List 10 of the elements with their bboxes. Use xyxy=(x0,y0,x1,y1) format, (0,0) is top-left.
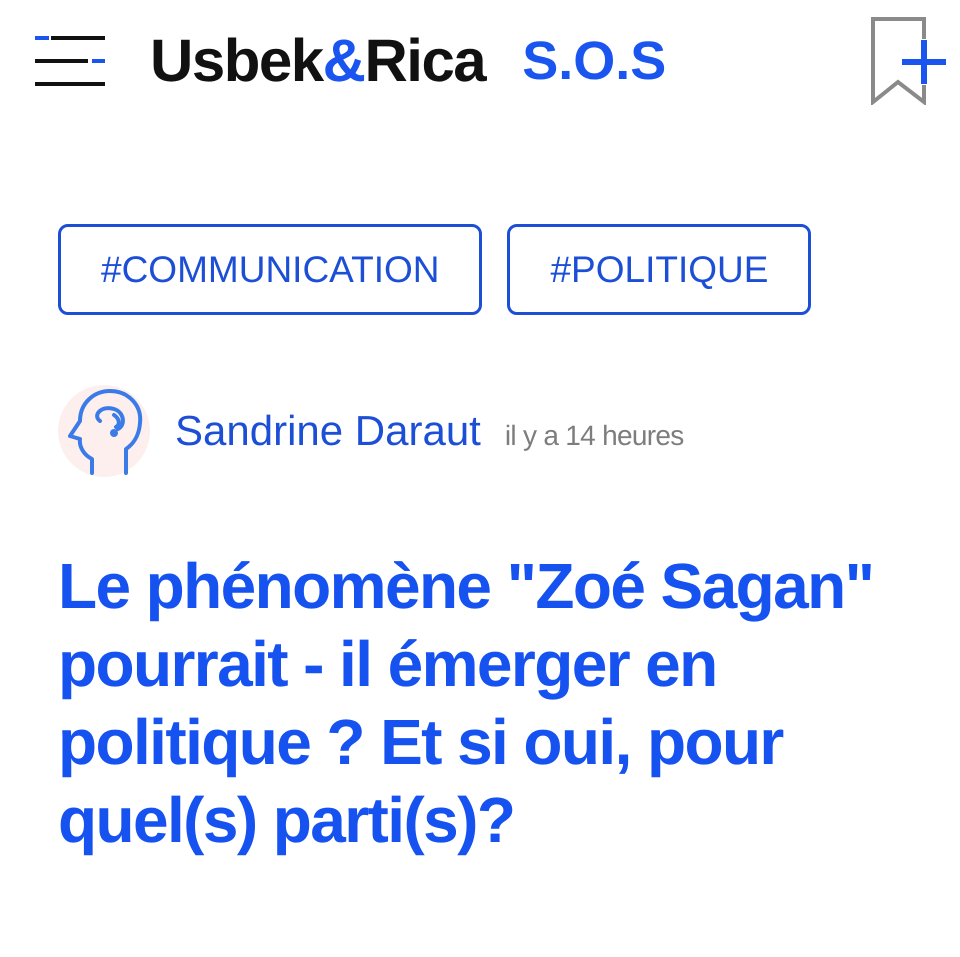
article-headline: Le phénomène "Zoé Sagan" pourrait - il émerger en politique ? Et si oui, pour quel(s) parti(s)? xyxy=(58,549,874,858)
section-link[interactable]: S.O.S xyxy=(522,34,666,88)
author-name-link[interactable]: Sandrine Daraut xyxy=(175,410,481,452)
site-logo[interactable]: Usbek&Rica xyxy=(150,31,486,91)
menu-icon[interactable] xyxy=(35,34,105,88)
head-profile-icon xyxy=(58,385,150,477)
tag-link[interactable]: #POLITIQUE xyxy=(507,224,812,315)
tag-link[interactable]: #COMMUNICATION xyxy=(58,224,482,315)
bookmark-add-icon[interactable] xyxy=(870,17,948,105)
publish-time: il y a 14 heures xyxy=(504,422,684,450)
